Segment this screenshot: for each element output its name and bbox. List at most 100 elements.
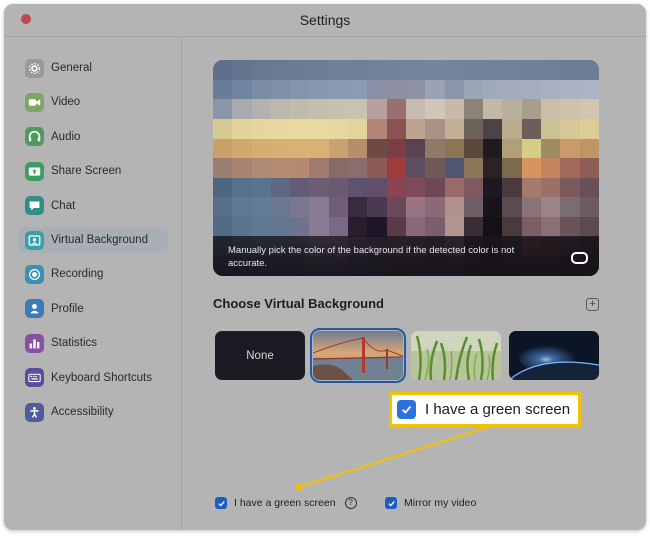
video-preview: Manually pick the color of the backgroun… [213, 60, 599, 276]
preview-pixel [328, 197, 349, 218]
preview-pixel [521, 158, 542, 178]
gear-icon [25, 58, 44, 78]
green-screen-checkbox[interactable] [215, 497, 227, 509]
color-picker-icon[interactable] [571, 252, 588, 264]
preview-pixel [483, 197, 503, 218]
preview-pixel [541, 177, 561, 198]
preview-pixel [405, 177, 426, 198]
preview-pixel [309, 197, 329, 218]
background-none-label: None [246, 349, 274, 362]
callout-checkbox[interactable] [397, 400, 416, 419]
sidebar-item-chat[interactable]: Chat [18, 193, 168, 219]
preview-pixel [579, 99, 599, 119]
sidebar-item-profile[interactable]: Profile [18, 296, 168, 322]
preview-pixel [483, 99, 503, 119]
background-golden-gate[interactable] [310, 328, 406, 383]
preview-pixel [348, 217, 368, 237]
preview-pixel [386, 138, 406, 159]
preview-pixel [367, 138, 387, 159]
preview-pixel [444, 60, 464, 80]
preview-pixel [521, 118, 542, 139]
accessibility-icon [25, 402, 44, 422]
preview-pixel [270, 118, 291, 139]
preview-pixel [405, 158, 426, 178]
sidebar-item-general[interactable]: General [18, 55, 168, 81]
preview-pixel [309, 138, 329, 159]
preview-pixel [579, 197, 599, 218]
checkmark-icon [387, 500, 395, 507]
preview-pixel [463, 197, 484, 218]
sidebar-item-audio[interactable]: Audio [18, 124, 168, 150]
sidebar: General Video Audio Share Screen Chat Virtual… [4, 37, 182, 530]
background-space[interactable] [509, 331, 599, 380]
keyboard-icon [25, 368, 44, 388]
sidebar-item-label: Keyboard Shortcuts [51, 371, 153, 384]
preview-pixel [560, 177, 580, 198]
preview-pixel [328, 217, 349, 237]
preview-caption-bar: Manually pick the color of the backgroun… [213, 236, 599, 276]
preview-pixel [251, 217, 271, 237]
preview-pixel [213, 197, 233, 218]
preview-pixel [444, 99, 464, 119]
preview-pixel [521, 138, 542, 159]
preview-pixel [348, 197, 368, 218]
sidebar-item-share-screen[interactable]: Share Screen [18, 158, 168, 184]
preview-pixel [290, 60, 310, 80]
sidebar-item-recording[interactable]: Recording [18, 261, 168, 287]
preview-pixel [502, 99, 522, 119]
preview-pixel [483, 79, 503, 100]
help-icon[interactable]: ? [344, 497, 357, 509]
sidebar-item-label: Profile [51, 302, 84, 315]
preview-pixel [579, 79, 599, 100]
preview-pixel [579, 138, 599, 159]
preview-pixel [541, 99, 561, 119]
preview-pixel [521, 99, 542, 119]
preview-pixel [541, 217, 561, 237]
add-background-button[interactable]: + [586, 298, 599, 311]
preview-pixel [290, 217, 310, 237]
preview-pixel [405, 138, 426, 159]
preview-pixel [213, 99, 233, 119]
sidebar-item-statistics[interactable]: Statistics [18, 330, 168, 356]
sidebar-item-keyboard-shortcuts[interactable]: Keyboard Shortcuts [18, 365, 168, 391]
mirror-video-checkbox[interactable] [385, 497, 397, 509]
sidebar-item-video[interactable]: Video [18, 89, 168, 115]
checkmark-icon [217, 500, 225, 507]
preview-pixel [425, 217, 445, 237]
background-none[interactable]: None [215, 331, 305, 380]
mirror-video-option[interactable]: Mirror my video [385, 497, 476, 509]
preview-pixel [405, 118, 426, 139]
preview-pixel [290, 138, 310, 159]
preview-pixel [444, 138, 464, 159]
sidebar-item-label: Chat [51, 199, 76, 212]
preview-pixel [386, 158, 406, 178]
preview-pixel [328, 158, 349, 178]
preview-pixel [560, 197, 580, 218]
chat-bubble-icon [25, 196, 44, 216]
preview-pixel [251, 197, 271, 218]
preview-pixel [541, 118, 561, 139]
preview-pixel [425, 138, 445, 159]
preview-pixel [405, 60, 426, 80]
preview-pixel [444, 177, 464, 198]
sidebar-item-label: Recording [51, 268, 104, 281]
preview-pixel [309, 118, 329, 139]
background-grass[interactable] [411, 331, 501, 380]
green-screen-option[interactable]: I have a green screen ? [215, 497, 357, 509]
sidebar-item-label: Virtual Background [51, 234, 148, 246]
preview-pixel [502, 138, 522, 159]
preview-pixel [328, 99, 349, 119]
sidebar-item-virtual-background[interactable]: Virtual Background [18, 227, 168, 253]
preview-pixel [213, 177, 233, 198]
preview-pixel [541, 138, 561, 159]
preview-pixel [270, 60, 291, 80]
preview-pixel [290, 158, 310, 178]
preview-pixel [579, 118, 599, 139]
preview-pixel [463, 99, 484, 119]
sidebar-item-accessibility[interactable]: Accessibility [18, 399, 168, 425]
preview-pixel [444, 217, 464, 237]
preview-pixel [232, 79, 252, 100]
preview-pixel [251, 158, 271, 178]
preview-pixel [309, 79, 329, 100]
preview-pixel [444, 197, 464, 218]
